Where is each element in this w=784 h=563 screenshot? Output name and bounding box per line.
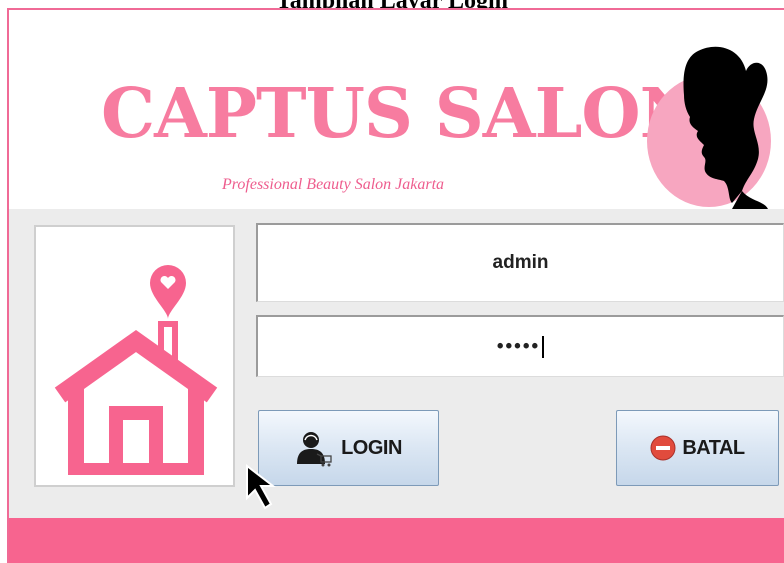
login-label: LOGIN [341, 436, 402, 459]
footer-bar [9, 518, 784, 563]
user-cart-icon [295, 428, 335, 468]
brand-subtitle: Professional Beauty Salon Jakarta [222, 176, 445, 193]
house-heart-icon [54, 265, 218, 475]
login-window: CAPTUS SALON Professional Beauty Salon J… [7, 8, 784, 563]
header-banner: CAPTUS SALON Professional Beauty Salon J… [9, 10, 784, 209]
password-field[interactable]: ••••• [256, 315, 784, 377]
brand-title: CAPTUS SALON [101, 74, 702, 154]
woman-silhouette-icon [646, 41, 776, 211]
minus-circle-icon [650, 435, 676, 461]
login-button[interactable]: LOGIN [258, 410, 439, 486]
text-caret [542, 335, 545, 358]
mouse-cursor-icon [241, 463, 277, 517]
cancel-button[interactable]: BATAL [616, 410, 779, 486]
username-value: admin [492, 252, 549, 273]
password-value: ••••• [496, 336, 541, 357]
house-image-panel [34, 225, 235, 487]
username-field[interactable]: admin [256, 223, 784, 302]
cancel-label: BATAL [682, 436, 745, 459]
